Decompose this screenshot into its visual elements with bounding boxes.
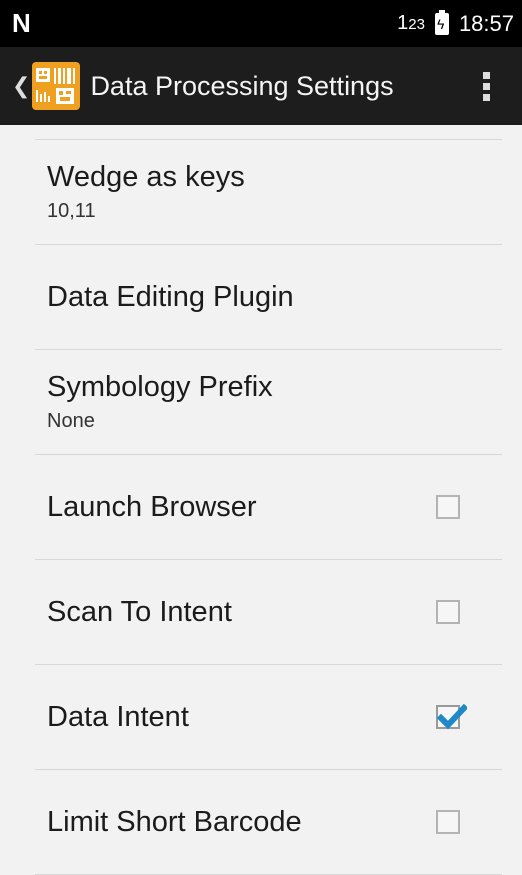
network-indicator-sub: 23 [408,16,425,33]
pref-symbology-prefix[interactable]: Symbology Prefix None [35,350,502,455]
preferences-list: Wedge as keys 10,11 Data Editing Plugin … [35,125,502,875]
pref-limit-short-barcode[interactable]: Limit Short Barcode [35,770,502,875]
limit-short-barcode-checkbox[interactable] [436,810,460,834]
pref-title: Launch Browser [47,490,257,523]
pref-title: Limit Short Barcode [47,805,302,838]
scan-to-intent-checkbox[interactable] [436,600,460,624]
pref-wedge-as-keys[interactable]: Wedge as keys 10,11 [35,140,502,245]
pref-title: Data Intent [47,700,189,733]
battery-charging-icon: ϟ [434,9,449,35]
pref-summary: 10,11 [47,200,96,222]
status-bar: N 123 ϟ 18:57 [0,0,522,47]
clock: 18:57 [458,10,514,36]
checkmark-icon [437,703,467,730]
status-right: 123 ϟ 18:57 [397,9,514,37]
launch-browser-checkbox[interactable] [436,495,460,519]
pref-summary: None [47,410,95,432]
network-indicator: 123 [397,12,425,35]
barcode-app-icon[interactable] [32,62,81,110]
overflow-menu-icon[interactable] [466,56,506,116]
app-bar: ❮ Data Processing Settings [0,47,522,125]
pref-data-editing-plugin[interactable]: Data Editing Plugin [35,245,502,350]
network-indicator-main: 1 [397,12,409,34]
pref-title: Data Editing Plugin [47,280,294,313]
data-intent-checkbox[interactable] [436,703,467,730]
pref-title: Scan To Intent [47,595,232,628]
pref-title: Symbology Prefix [47,371,273,403]
carrier-icon: N [12,8,31,38]
pref-title: Wedge as keys [47,161,245,193]
pref-scan-to-intent[interactable]: Scan To Intent [35,560,502,665]
page-title: Data Processing Settings [90,70,394,101]
pref-data-intent[interactable]: Data Intent [35,665,502,770]
divider [35,125,502,140]
back-chevron-icon[interactable]: ❮ [12,73,30,99]
pref-launch-browser[interactable]: Launch Browser [35,455,502,560]
